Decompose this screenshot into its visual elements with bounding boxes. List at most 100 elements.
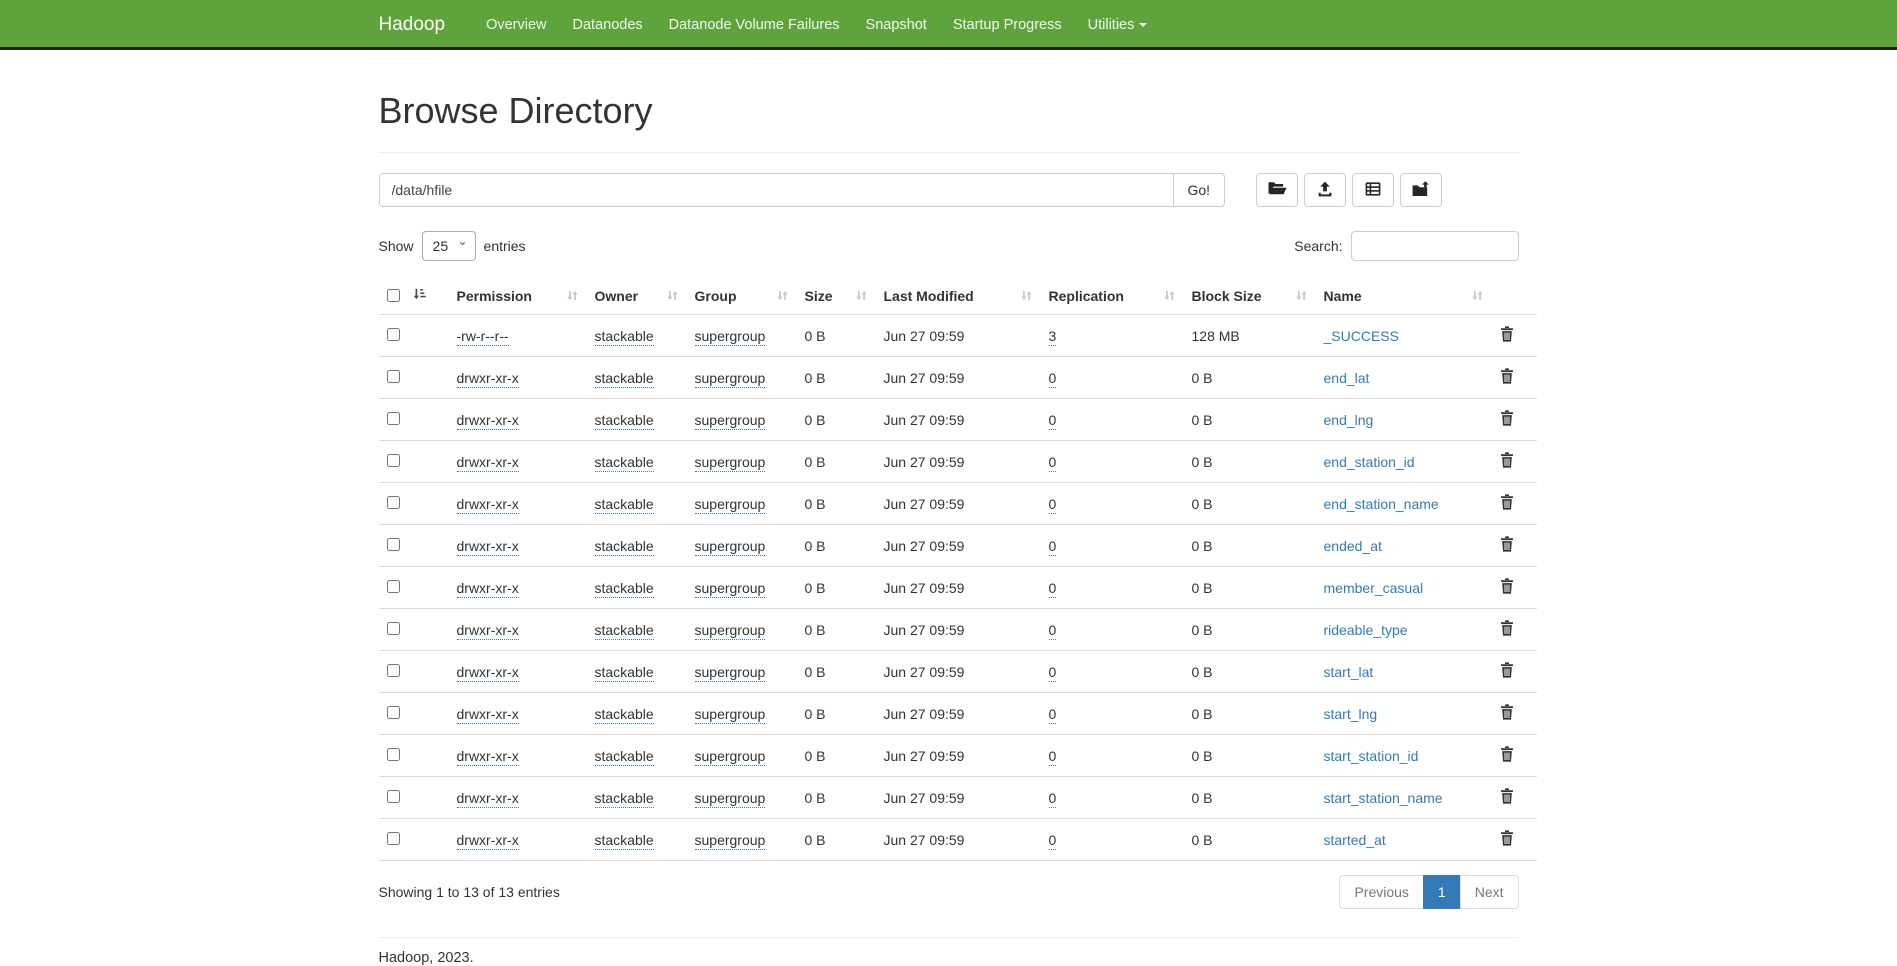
- group-value[interactable]: supergroup: [695, 538, 766, 556]
- row-checkbox[interactable]: [387, 580, 400, 593]
- directory-path-input[interactable]: [379, 173, 1174, 207]
- row-checkbox[interactable]: [387, 748, 400, 761]
- group-value[interactable]: supergroup: [695, 370, 766, 388]
- group-value[interactable]: supergroup: [695, 412, 766, 430]
- replication-value[interactable]: 0: [1049, 832, 1057, 850]
- file-name-link[interactable]: end_lng: [1324, 412, 1374, 428]
- permission-value[interactable]: drwxr-xr-x: [457, 370, 519, 388]
- file-name-link[interactable]: started_at: [1324, 832, 1386, 848]
- permission-value[interactable]: drwxr-xr-x: [457, 580, 519, 598]
- file-name-link[interactable]: end_station_id: [1324, 454, 1415, 470]
- replication-value[interactable]: 0: [1049, 748, 1057, 766]
- row-checkbox[interactable]: [387, 790, 400, 803]
- replication-value[interactable]: 0: [1049, 664, 1057, 682]
- delete-button[interactable]: [1500, 662, 1514, 681]
- pagination-previous[interactable]: Previous: [1339, 875, 1423, 909]
- group-value[interactable]: supergroup: [695, 706, 766, 724]
- replication-value[interactable]: 0: [1049, 496, 1057, 514]
- file-name-link[interactable]: ended_at: [1324, 538, 1382, 554]
- file-name-link[interactable]: start_lng: [1324, 706, 1378, 722]
- group-value[interactable]: supergroup: [695, 664, 766, 682]
- header-group[interactable]: Group: [687, 277, 797, 315]
- page-size-select[interactable]: 25: [422, 231, 476, 261]
- row-checkbox[interactable]: [387, 496, 400, 509]
- group-value[interactable]: supergroup: [695, 790, 766, 808]
- owner-value[interactable]: stackable: [595, 496, 654, 514]
- row-checkbox[interactable]: [387, 328, 400, 341]
- permission-value[interactable]: drwxr-xr-x: [457, 622, 519, 640]
- replication-value[interactable]: 0: [1049, 790, 1057, 808]
- delete-button[interactable]: [1500, 620, 1514, 639]
- go-button[interactable]: Go!: [1173, 173, 1226, 207]
- replication-value[interactable]: 0: [1049, 580, 1057, 598]
- replication-value[interactable]: 0: [1049, 412, 1057, 430]
- owner-value[interactable]: stackable: [595, 790, 654, 808]
- replication-value[interactable]: 0: [1049, 454, 1057, 472]
- owner-value[interactable]: stackable: [595, 664, 654, 682]
- file-name-link[interactable]: _SUCCESS: [1324, 328, 1399, 344]
- delete-button[interactable]: [1500, 746, 1514, 765]
- owner-value[interactable]: stackable: [595, 706, 654, 724]
- search-input[interactable]: [1351, 231, 1519, 261]
- permission-value[interactable]: -rw-r--r--: [457, 328, 509, 346]
- row-checkbox[interactable]: [387, 412, 400, 425]
- owner-value[interactable]: stackable: [595, 328, 654, 346]
- permission-value[interactable]: drwxr-xr-x: [457, 706, 519, 724]
- delete-button[interactable]: [1500, 788, 1514, 807]
- delete-button[interactable]: [1500, 368, 1514, 387]
- group-value[interactable]: supergroup: [695, 832, 766, 850]
- row-checkbox[interactable]: [387, 706, 400, 719]
- owner-value[interactable]: stackable: [595, 412, 654, 430]
- header-permission[interactable]: Permission: [449, 277, 587, 315]
- permission-value[interactable]: drwxr-xr-x: [457, 538, 519, 556]
- header-block-size[interactable]: Block Size: [1184, 277, 1316, 315]
- group-value[interactable]: supergroup: [695, 748, 766, 766]
- group-value[interactable]: supergroup: [695, 454, 766, 472]
- delete-button[interactable]: [1500, 326, 1514, 345]
- row-checkbox[interactable]: [387, 454, 400, 467]
- create-directory-button[interactable]: [1256, 173, 1298, 207]
- owner-value[interactable]: stackable: [595, 454, 654, 472]
- header-name[interactable]: Name: [1316, 277, 1492, 315]
- group-value[interactable]: supergroup: [695, 496, 766, 514]
- header-replication[interactable]: Replication: [1041, 277, 1184, 315]
- owner-value[interactable]: stackable: [595, 622, 654, 640]
- upload-files-button[interactable]: [1304, 173, 1346, 207]
- replication-value[interactable]: 0: [1049, 370, 1057, 388]
- file-name-link[interactable]: member_casual: [1324, 580, 1424, 596]
- file-name-link[interactable]: start_station_id: [1324, 748, 1419, 764]
- delete-button[interactable]: [1500, 452, 1514, 471]
- header-size[interactable]: Size: [797, 277, 876, 315]
- row-checkbox[interactable]: [387, 832, 400, 845]
- pagination-page-1[interactable]: 1: [1423, 875, 1461, 909]
- permission-value[interactable]: drwxr-xr-x: [457, 790, 519, 808]
- owner-value[interactable]: stackable: [595, 748, 654, 766]
- select-all-checkbox[interactable]: [387, 289, 400, 302]
- row-checkbox[interactable]: [387, 622, 400, 635]
- permission-value[interactable]: drwxr-xr-x: [457, 454, 519, 472]
- file-name-link[interactable]: rideable_type: [1324, 622, 1408, 638]
- permission-value[interactable]: drwxr-xr-x: [457, 412, 519, 430]
- group-value[interactable]: supergroup: [695, 328, 766, 346]
- permission-value[interactable]: drwxr-xr-x: [457, 832, 519, 850]
- group-value[interactable]: supergroup: [695, 622, 766, 640]
- pagination-next[interactable]: Next: [1460, 875, 1519, 909]
- header-owner[interactable]: Owner: [587, 277, 687, 315]
- delete-button[interactable]: [1500, 830, 1514, 849]
- move-directory-button[interactable]: [1400, 173, 1442, 207]
- row-checkbox[interactable]: [387, 538, 400, 551]
- replication-value[interactable]: 0: [1049, 538, 1057, 556]
- delete-button[interactable]: [1500, 494, 1514, 513]
- delete-button[interactable]: [1500, 536, 1514, 555]
- permission-value[interactable]: drwxr-xr-x: [457, 664, 519, 682]
- brand-hadoop[interactable]: Hadoop: [379, 14, 446, 36]
- group-value[interactable]: supergroup: [695, 580, 766, 598]
- header-select-all[interactable]: [379, 277, 449, 315]
- file-name-link[interactable]: start_lat: [1324, 664, 1374, 680]
- row-checkbox[interactable]: [387, 370, 400, 383]
- owner-value[interactable]: stackable: [595, 538, 654, 556]
- file-name-link[interactable]: start_station_name: [1324, 790, 1443, 806]
- delete-button[interactable]: [1500, 410, 1514, 429]
- replication-value[interactable]: 0: [1049, 706, 1057, 724]
- file-name-link[interactable]: end_station_name: [1324, 496, 1439, 512]
